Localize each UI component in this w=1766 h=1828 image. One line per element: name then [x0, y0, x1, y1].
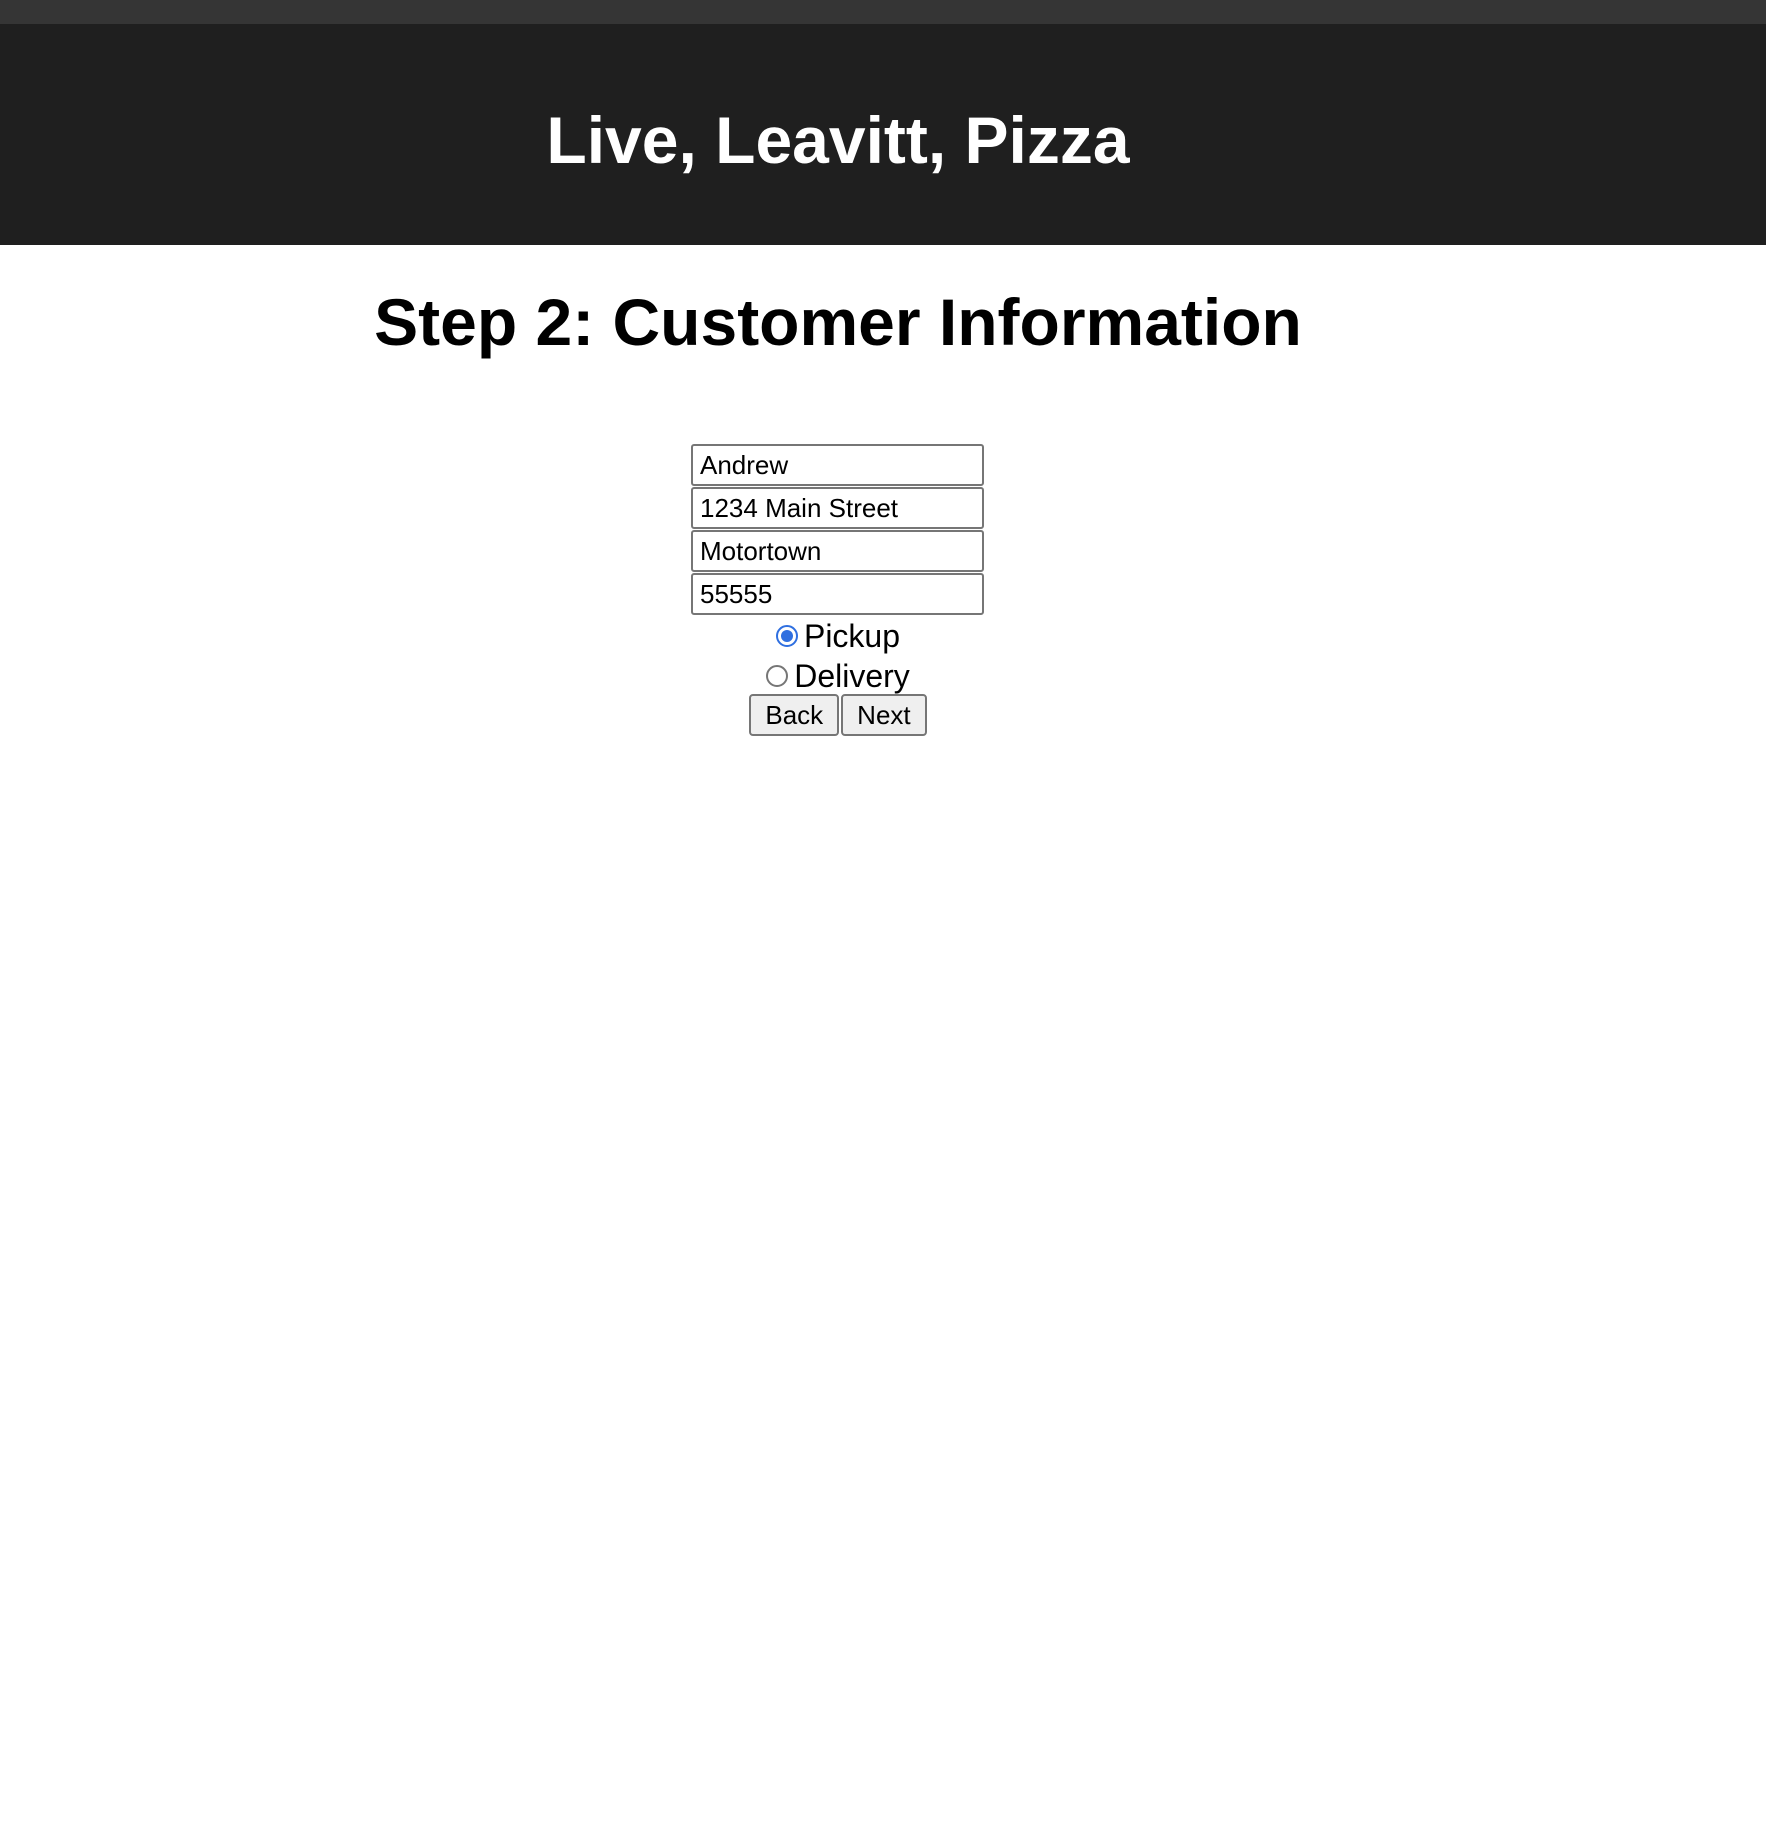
city-input[interactable]	[691, 530, 984, 572]
browser-top-strip	[0, 0, 1766, 24]
pickup-radio[interactable]	[775, 625, 798, 647]
delivery-option-row: Delivery	[0, 656, 1676, 696]
delivery-label: Delivery	[794, 658, 910, 694]
pickup-option-row: Pickup	[0, 616, 1676, 656]
page-title: Step 2: Customer Information	[374, 285, 1302, 359]
form-buttons: Back Next	[0, 694, 1676, 736]
delivery-option[interactable]: Delivery	[766, 656, 910, 696]
site-title: Live, Leavitt, Pizza	[546, 103, 1130, 177]
delivery-radio[interactable]	[766, 665, 789, 687]
next-button[interactable]: Next	[841, 694, 927, 736]
back-button[interactable]: Back	[749, 694, 840, 736]
site-header: Live, Leavitt, Pizza	[0, 24, 1766, 245]
pickup-option[interactable]: Pickup	[775, 616, 901, 656]
name-input[interactable]	[691, 444, 984, 486]
pickup-label: Pickup	[803, 618, 901, 654]
zip-input[interactable]	[691, 573, 984, 615]
address-input[interactable]	[691, 487, 984, 529]
